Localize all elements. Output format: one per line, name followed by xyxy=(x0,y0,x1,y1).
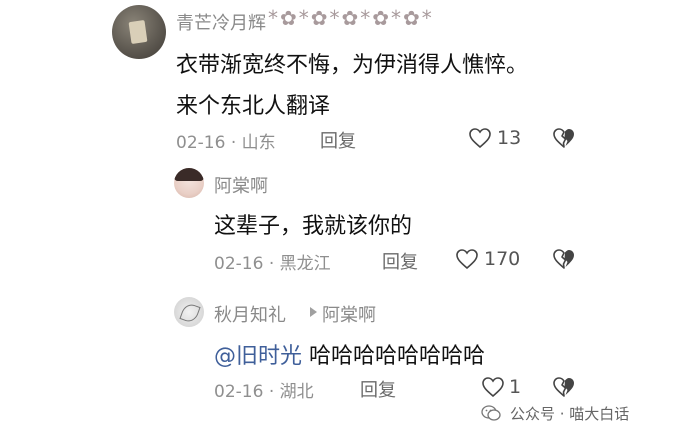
comment-text-line-2: 来个东北人翻译 xyxy=(176,94,331,119)
avatar[interactable] xyxy=(112,5,166,59)
reply-button[interactable]: 回复 xyxy=(320,127,356,153)
reply-text: 这辈子，我就该你的 xyxy=(214,214,413,239)
username-decoration: *✿*✿*✿*✿*✿* xyxy=(268,6,434,30)
broken-heart-icon[interactable] xyxy=(552,127,576,149)
comment-location: 山东 xyxy=(241,133,276,153)
comment-meta: 02-16 · 山东 xyxy=(176,128,276,153)
reply-text: @旧时光 哈哈哈哈哈哈哈哈 xyxy=(214,338,485,370)
meta-separator: · xyxy=(230,133,237,153)
avatar[interactable] xyxy=(174,168,204,198)
comment-text-line-1: 衣带渐宽终不悔，为伊消得人憔悴。 xyxy=(176,53,529,78)
avatar-image-detail xyxy=(174,168,204,181)
watermark-text: 公众号 · 喵大白话 xyxy=(510,405,630,423)
reply-date: 02-16 xyxy=(214,382,264,402)
avatar-image-detail xyxy=(179,301,201,325)
reply-location: 黑龙江 xyxy=(279,254,331,274)
like-count: 1 xyxy=(509,376,522,398)
reply-meta: 02-16 · 黑龙江 xyxy=(214,249,331,274)
reply-username[interactable]: 秋月知礼 xyxy=(214,301,286,327)
reply-location: 湖北 xyxy=(279,382,314,402)
reply-meta: 02-16 · 湖北 xyxy=(214,377,314,402)
avatar[interactable] xyxy=(174,297,204,327)
reply-button[interactable]: 回复 xyxy=(382,248,418,274)
mention-link[interactable]: @旧时光 xyxy=(214,344,302,369)
heart-outline-icon[interactable] xyxy=(468,127,492,149)
reply-button[interactable]: 回复 xyxy=(360,376,396,402)
reply-text-body: 哈哈哈哈哈哈哈哈 xyxy=(302,344,486,369)
broken-heart-icon[interactable] xyxy=(552,248,576,270)
meta-separator: · xyxy=(268,254,275,274)
meta-separator: · xyxy=(268,382,275,402)
broken-heart-icon[interactable] xyxy=(552,376,576,398)
reply-date: 02-16 xyxy=(214,254,264,274)
comment-username[interactable]: 青芒冷月辉 xyxy=(176,9,266,35)
triangle-right-icon xyxy=(310,307,317,317)
avatar-image-detail xyxy=(128,19,148,45)
like-count: 13 xyxy=(497,127,522,149)
reply-to-username[interactable]: 阿棠啊 xyxy=(322,301,376,327)
wechat-logo-icon xyxy=(481,405,501,421)
heart-outline-icon[interactable] xyxy=(481,376,505,398)
heart-outline-icon[interactable] xyxy=(455,248,479,270)
comment-date: 02-16 xyxy=(176,133,226,153)
like-count: 170 xyxy=(484,248,521,270)
reply-username[interactable]: 阿棠啊 xyxy=(214,172,268,198)
